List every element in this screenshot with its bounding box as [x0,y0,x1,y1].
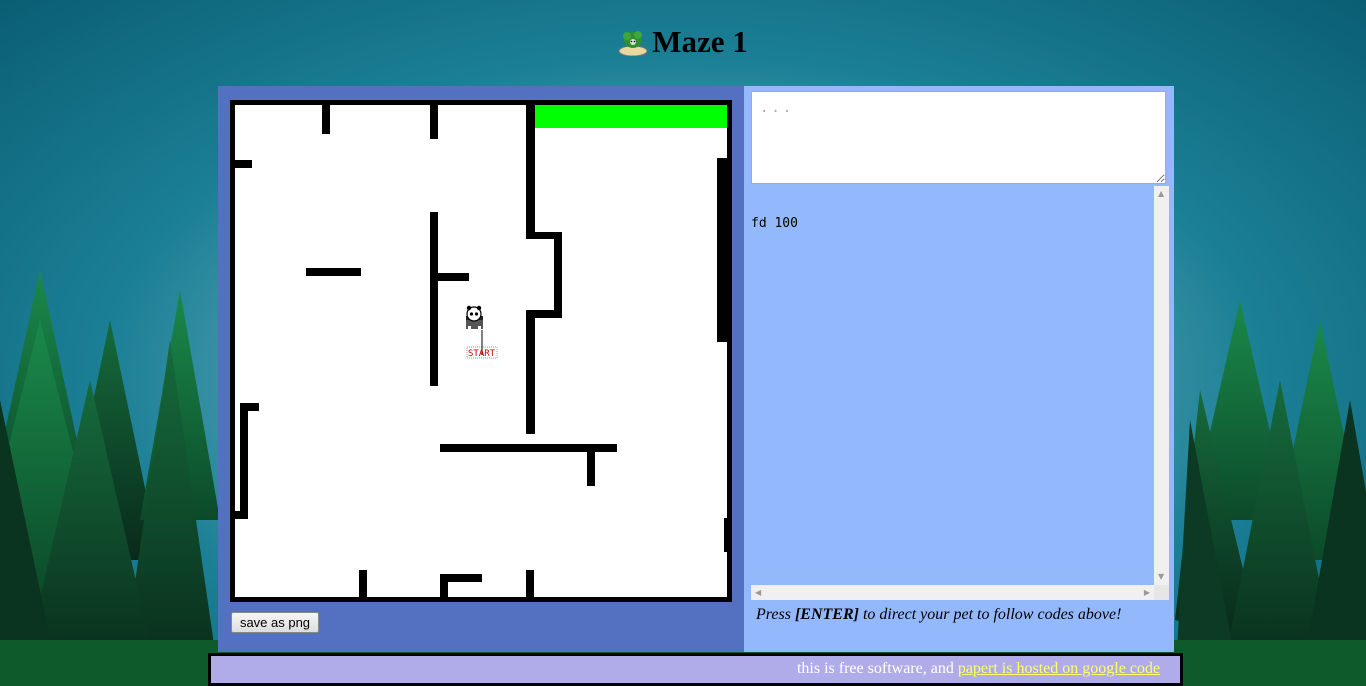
maze-wall [230,597,732,602]
maze-wall [717,158,727,342]
maze-wall [587,444,595,486]
scroll-right-icon[interactable]: ▶ [1144,589,1150,597]
horizontal-scrollbar[interactable]: ◀ ▶ [751,585,1154,600]
command-log[interactable]: fd 100 ▲ ▼ ◀ ▶ [751,186,1169,600]
maze-wall [240,403,248,519]
hint-key: [ENTER] [794,606,859,623]
footer-bar: this is free software, and papert is hos… [208,653,1183,686]
maze-wall [724,518,729,552]
page-title: Maze 1 [0,24,1366,60]
scroll-left-icon[interactable]: ◀ [755,589,761,597]
maze-canvas[interactable]: START [230,100,732,602]
maze-goal [535,102,730,128]
enter-hint: Press [ENTER] to direct your pet to foll… [756,606,1121,624]
maze-wall [230,100,732,105]
code-input[interactable] [751,91,1166,184]
maze-wall [526,310,535,434]
maze-wall [440,574,448,600]
maze-wall [359,570,367,600]
footer-note: this is free software, and [796,660,958,677]
scroll-down-icon[interactable]: ▼ [1158,573,1164,581]
hint-before: Press [756,606,795,623]
pet-island-icon [618,28,648,57]
maze-wall [526,570,534,600]
scroll-up-icon[interactable]: ▲ [1158,190,1164,198]
vertical-scrollbar[interactable]: ▲ ▼ [1154,186,1169,585]
maze-wall [306,268,361,276]
maze-wall [232,160,252,168]
maze-wall [526,102,535,238]
footer-text: this is free software, and papert is hos… [797,660,1160,678]
save-as-png-button[interactable]: save as png [231,612,319,633]
maze-wall [554,232,562,318]
maze-wall [232,511,248,519]
google-code-link[interactable]: papert is hosted on google code [958,660,1160,677]
hint-after: to direct your pet to follow codes above… [858,606,1122,623]
maze-wall [322,102,330,134]
maze-wall [430,273,469,281]
maze-wall [230,100,235,602]
page-title-text: Maze 1 [652,24,748,59]
scroll-corner [1154,585,1169,600]
maze-wall [430,102,438,139]
log-line: fd 100 [751,216,798,231]
start-label: START [468,349,496,359]
maze-wall [430,212,438,386]
